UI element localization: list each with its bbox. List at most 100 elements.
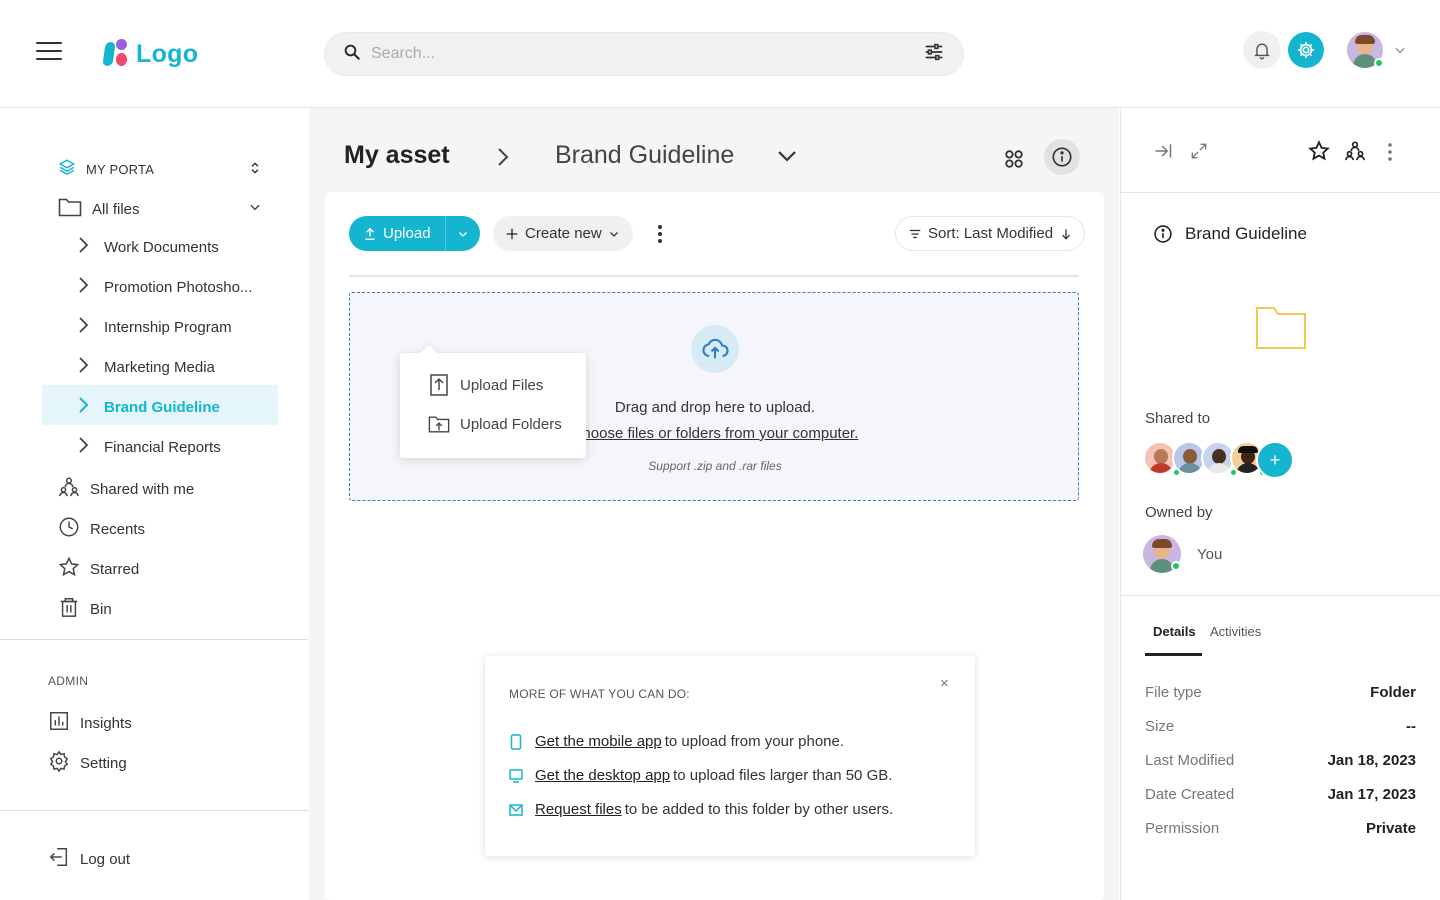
recents-label: Recents: [90, 520, 146, 538]
sidebar-item-internship-program[interactable]: Internship Program: [76, 316, 232, 338]
detail-row: File type Folder: [1145, 684, 1416, 701]
sidebar-item-insights[interactable]: Insights: [48, 710, 132, 736]
desktop-app-link[interactable]: Get the desktop app: [535, 767, 670, 784]
upload-button[interactable]: Upload: [349, 216, 480, 251]
sort-button[interactable]: Sort: Last Modified: [895, 216, 1085, 251]
hamburger-icon[interactable]: [36, 42, 62, 62]
upload-label: Upload: [383, 225, 431, 242]
sidebar-item-label: Marketing Media: [104, 358, 215, 376]
sidebar-item-starred[interactable]: Starred: [58, 556, 139, 582]
tip-text: to upload from your phone.: [664, 733, 845, 750]
upload-files-item[interactable]: Upload Files: [428, 373, 543, 397]
arrow-down-icon: [1062, 228, 1071, 240]
chevron-right-icon: [496, 146, 510, 173]
chevron-right-icon: [76, 436, 90, 458]
close-icon[interactable]: ×: [940, 675, 949, 692]
gear-icon: [1298, 42, 1314, 58]
breadcrumb-dropdown-icon[interactable]: [777, 148, 797, 169]
filter-icon[interactable]: [923, 41, 945, 68]
logout-label: Log out: [80, 850, 131, 868]
shared-label: Shared with me: [90, 480, 195, 498]
chevron-right-icon: [76, 236, 90, 258]
bell-icon: [1254, 43, 1270, 60]
detail-label: Size: [1145, 718, 1175, 735]
upload-menu: Upload Files Upload Folders: [400, 344, 586, 458]
star-icon: [58, 556, 80, 582]
all-files-label: All files: [92, 200, 140, 218]
chevron-right-icon: [76, 276, 90, 298]
detail-row: Last Modified Jan 18, 2023: [1145, 752, 1416, 769]
layers-icon: [58, 158, 76, 180]
sidebar-item-brand-guideline[interactable]: Brand Guideline: [76, 396, 220, 418]
sidebar-divider: [0, 639, 308, 640]
grid-view-icon[interactable]: [1003, 148, 1025, 175]
create-new-label: Create new: [525, 225, 602, 242]
tips-title: MORE OF WHAT YOU CAN DO:: [509, 687, 690, 701]
sidebar-item-bin[interactable]: Bin: [58, 596, 112, 622]
tab-details[interactable]: Details: [1153, 624, 1196, 639]
detail-label: Permission: [1145, 820, 1220, 837]
settings-button[interactable]: [1288, 32, 1324, 68]
upload-files-label: Upload Files: [460, 376, 544, 394]
mail-icon: [509, 803, 523, 816]
chevron-down-icon: [459, 231, 467, 237]
insights-icon: [48, 710, 70, 736]
create-new-button[interactable]: Create new: [493, 216, 633, 251]
sort-label: Sort: Last Modified: [928, 225, 1054, 242]
chevron-down-icon[interactable]: [1393, 43, 1407, 62]
mobile-app-link[interactable]: Get the mobile app: [535, 733, 662, 750]
info-toggle-button[interactable]: [1044, 139, 1080, 175]
star-icon[interactable]: [1308, 140, 1330, 167]
tip-row-mobile: Get the mobile app to upload from your p…: [509, 733, 844, 750]
upload-main[interactable]: Upload: [349, 216, 445, 251]
sidebar-item-label: Brand Guideline: [104, 398, 220, 416]
sidebar-item-recents[interactable]: Recents: [58, 516, 145, 542]
admin-heading: ADMIN: [48, 674, 89, 688]
more-vertical-icon[interactable]: [1386, 142, 1394, 167]
phone-icon: [510, 733, 522, 750]
tip-row-request: Request files to be added to this folder…: [509, 801, 893, 818]
folder-icon: [58, 196, 82, 222]
chevron-down-icon[interactable]: [248, 200, 262, 219]
detail-label: Date Created: [1145, 786, 1235, 803]
tab-activities[interactable]: Activities: [1210, 624, 1261, 639]
top-bar: Logo: [0, 0, 1440, 108]
detail-value: --: [1406, 718, 1416, 735]
tab-details-underline: [1145, 653, 1202, 656]
expand-icon[interactable]: [1189, 141, 1209, 166]
detail-value: Jan 17, 2023: [1327, 786, 1416, 803]
search-input[interactable]: [371, 45, 923, 63]
sidebar-item-marketing-media[interactable]: Marketing Media: [76, 356, 215, 378]
logo[interactable]: Logo: [102, 39, 198, 69]
sidebar-item-promotion-photoshoot[interactable]: Promotion Photosho...: [76, 276, 252, 298]
upload-dropdown-toggle[interactable]: [445, 216, 480, 251]
sort-icon: [909, 229, 921, 238]
sidebar-item-setting[interactable]: Setting: [48, 750, 127, 776]
sidebar-item-work-documents[interactable]: Work Documents: [76, 236, 219, 258]
owned-by-label: Owned by: [1145, 504, 1213, 521]
detail-label: Last Modified: [1145, 752, 1235, 769]
info-icon: [1154, 225, 1172, 243]
add-share-button[interactable]: +: [1256, 441, 1294, 479]
more-vertical-icon[interactable]: [656, 224, 664, 249]
sidebar-item-financial-reports[interactable]: Financial Reports: [76, 436, 221, 458]
plus-icon: +: [1269, 449, 1281, 470]
tip-row-desktop: Get the desktop app to upload files larg…: [509, 767, 892, 784]
sort-toggle-icon[interactable]: [248, 160, 262, 181]
sidebar-item-shared[interactable]: Shared with me: [58, 476, 194, 502]
logout-button[interactable]: Log out: [48, 846, 130, 872]
breadcrumb-current[interactable]: Brand Guideline: [555, 141, 734, 170]
bin-label: Bin: [90, 600, 112, 618]
all-files-item[interactable]: All files: [58, 196, 140, 222]
info-icon: [1052, 147, 1072, 167]
breadcrumb-root[interactable]: My asset: [344, 141, 450, 170]
tip-text: to be added to this folder by other user…: [624, 801, 894, 818]
request-files-link[interactable]: Request files: [535, 801, 622, 818]
portal-switcher[interactable]: MY PORTA: [58, 158, 154, 180]
notifications-button[interactable]: [1243, 31, 1281, 69]
upload-icon: [365, 227, 375, 240]
collapse-panel-icon[interactable]: [1153, 141, 1173, 166]
upload-folders-item[interactable]: Upload Folders: [428, 413, 562, 435]
share-icon[interactable]: [1344, 140, 1366, 167]
detail-row: Permission Private: [1145, 820, 1416, 837]
